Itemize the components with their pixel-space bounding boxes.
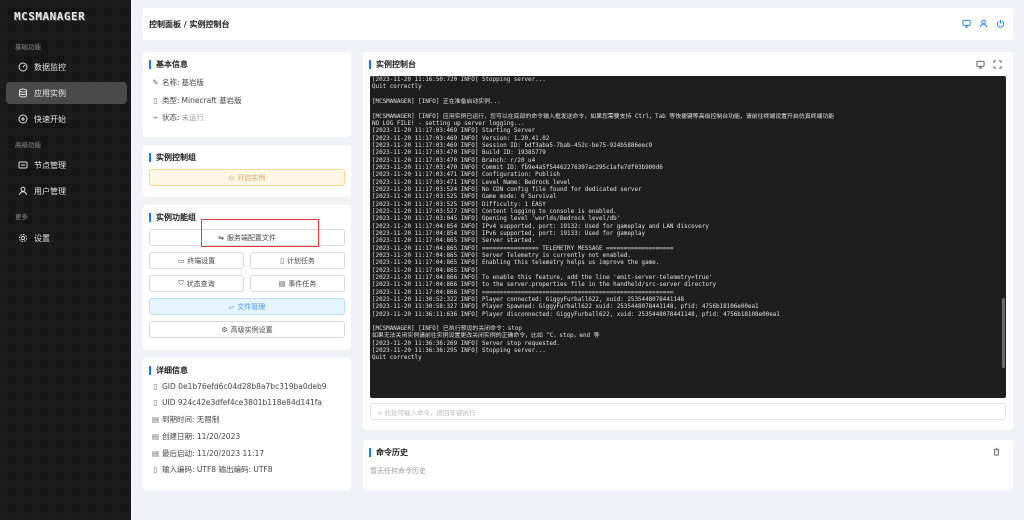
event-tasks-button[interactable]: ▤ 事件任务	[250, 275, 345, 292]
history-card: 命令历史 暂无任何命令历史	[363, 440, 1013, 490]
calendar-icon: ▤	[151, 415, 160, 424]
sidebar-item-nodes[interactable]: 节点管理	[6, 154, 127, 176]
sidebar-item-label: 应用实例	[34, 88, 66, 98]
nav-group-more: 更多	[15, 213, 28, 221]
plus-circle-icon	[17, 114, 28, 125]
card-title: 详细信息	[149, 366, 188, 375]
card-title: 实例功能组	[149, 213, 196, 222]
sidebar-item-label: 设置	[34, 233, 50, 243]
sidebar-item-label: 数据监控	[34, 62, 66, 72]
status-icon: ⌁	[153, 113, 158, 122]
highlight-box	[201, 219, 319, 247]
gear-icon	[17, 233, 28, 244]
database-icon	[17, 88, 28, 99]
terminal-settings-button[interactable]: ▭ 终端设置	[149, 252, 244, 269]
control-group-card: 实例控制组 ◎ 开启实例	[143, 145, 351, 197]
nav-group-advanced: 高级功能	[15, 141, 41, 149]
instance-status: ⌁ 状态: 未运行	[151, 112, 204, 123]
sidebar-item-settings[interactable]: 设置	[6, 227, 127, 249]
computer-icon[interactable]	[962, 19, 971, 30]
card-title: 命令历史	[369, 448, 408, 457]
app-logo: MCSMANAGER	[14, 10, 86, 23]
id-icon: ▯	[153, 382, 158, 391]
instance-name: ✎ 名称: 基岩版	[152, 78, 205, 87]
advanced-settings-button[interactable]: ⚙ 高级实例设置	[149, 321, 345, 338]
trash-icon[interactable]	[992, 447, 1001, 458]
nav-group-basic: 基础功能	[15, 43, 41, 51]
sidebar-item-label: 快速开始	[34, 114, 66, 124]
node-icon	[17, 160, 28, 171]
file-management-button[interactable]: ▱ 文件管理	[149, 298, 345, 315]
edit-icon: ✎	[152, 78, 159, 87]
file-icon: ▯	[153, 96, 158, 105]
id-icon: ▯	[153, 398, 158, 407]
terminal-output[interactable]: [2023-11-20 11:16:50:720 INFO] Stopping …	[370, 76, 1006, 398]
history-empty-text: 暂无任何命令历史	[370, 467, 426, 475]
terminal-scrollbar[interactable]	[1002, 298, 1005, 368]
code-icon: ▯	[153, 465, 158, 474]
details-card: 详细信息 ▯ GID 0e1b76efd6c04d28b8a7bc319ba0de…	[143, 358, 351, 490]
basic-info-card: 基本信息 ✎ 名称: 基岩版 ▯ 类型: Minecraft 基岩版 ⌁ 状态: 未运行	[143, 52, 351, 137]
monitor-icon[interactable]	[976, 60, 985, 71]
sidebar-item-dashboard[interactable]: 数据监控	[6, 56, 127, 78]
monitor-icon: ▭	[177, 256, 185, 265]
fullscreen-icon[interactable]	[993, 60, 1002, 71]
page-header: 控制面板 / 实例控制台	[143, 8, 1013, 40]
instance-type: ▯ 类型: Minecraft 基岩版	[151, 95, 241, 106]
uid-line: ▯ UID 924c42e3dfef4ce3801b118e84d141fa	[151, 398, 322, 407]
expire-line: ▤ 到期时间: 无限制	[151, 415, 220, 424]
status-query-button[interactable]: ⛉ 状态查询	[149, 275, 244, 292]
gear-icon: ⚙	[221, 325, 228, 334]
user-icon[interactable]	[979, 19, 988, 30]
calendar-icon: ▤	[151, 432, 160, 441]
folder-icon: ▱	[228, 302, 235, 311]
card-title: 基本信息	[149, 60, 188, 69]
sidebar-item-instances[interactable]: 应用实例	[6, 82, 127, 104]
created-line: ▤ 创建日期: 11/20/2023	[151, 432, 241, 441]
encoding-line: ▯ 输入编码: UTF8 输出编码: UTF8	[151, 464, 272, 475]
card-title: 实例控制台	[369, 60, 416, 69]
breadcrumb: 控制面板 / 实例控制台	[149, 20, 230, 29]
sidebar-item-quickstart[interactable]: 快速开始	[6, 108, 127, 130]
last-start-line: ▤ 最后启动: 11/20/2023 11:17	[151, 449, 265, 458]
scheduled-tasks-button[interactable]: ▯ 计划任务	[250, 252, 345, 269]
calendar-icon: ▯	[280, 256, 284, 265]
sidebar-item-users[interactable]: 用户管理	[6, 180, 127, 202]
power-icon[interactable]	[996, 19, 1005, 30]
dashboard-icon	[17, 62, 28, 73]
sidebar-item-label: 节点管理	[34, 160, 66, 170]
query-icon: ⛉	[178, 279, 184, 287]
sidebar-item-label: 用户管理	[34, 186, 66, 196]
calendar-icon: ▤	[151, 449, 160, 458]
user-icon	[17, 186, 28, 197]
terminal-text: [2023-11-20 11:16:50:720 INFO] Stopping …	[372, 77, 835, 362]
card-title: 实例控制组	[149, 153, 196, 162]
play-icon: ◎	[228, 173, 235, 182]
start-instance-button[interactable]: ◎ 开启实例	[149, 169, 345, 186]
sidebar: MCSMANAGER 基础功能 数据监控 应用实例 快速开始 高级功能 节点管理…	[0, 0, 131, 520]
command-input[interactable]: > 此处可输入命令，按回车键执行	[370, 403, 1006, 420]
gid-line: ▯ GID 0e1b76efd6c04d28b8a7bc319ba0deb9	[151, 382, 326, 391]
event-icon: ▤	[278, 279, 286, 288]
